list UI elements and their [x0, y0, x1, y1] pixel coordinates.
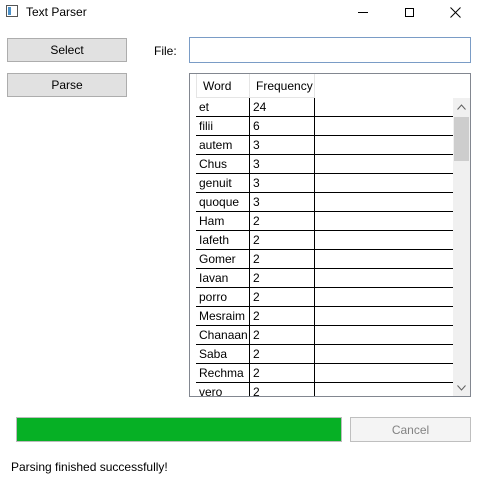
cell-filler	[315, 193, 454, 212]
cell-frequency: 6	[250, 117, 315, 136]
cell-filler	[315, 231, 454, 250]
cell-filler	[315, 117, 454, 136]
cell-word: genuit	[196, 174, 250, 193]
cell-filler	[315, 345, 454, 364]
column-header-frequency[interactable]: Frequency	[250, 74, 315, 98]
select-button[interactable]: Select	[7, 38, 127, 62]
title-bar: Text Parser	[0, 0, 478, 24]
file-label: File:	[154, 44, 177, 58]
cell-frequency: 2	[250, 269, 315, 288]
cell-filler	[315, 383, 454, 396]
progress-bar	[16, 417, 342, 442]
cell-filler	[315, 250, 454, 269]
cell-word: Rechma	[196, 364, 250, 383]
cell-filler	[315, 364, 454, 383]
close-icon	[449, 6, 461, 18]
maximize-icon	[404, 7, 414, 17]
scroll-thumb[interactable]	[454, 117, 469, 161]
table-row[interactable]: quoque 3	[196, 193, 454, 212]
cell-frequency: 3	[250, 136, 315, 155]
cancel-button[interactable]: Cancel	[350, 417, 471, 442]
progress-fill	[17, 418, 341, 441]
cell-filler	[315, 307, 454, 326]
cell-frequency: 2	[250, 364, 315, 383]
minimize-icon	[358, 11, 368, 13]
table-row[interactable]: Chus 3	[196, 155, 454, 174]
cell-filler	[315, 326, 454, 345]
file-path-input[interactable]	[189, 37, 471, 63]
cell-filler	[315, 288, 454, 307]
grid-header: Word Frequency	[190, 74, 470, 98]
table-row[interactable]: Chanaan 2	[196, 326, 454, 345]
status-message: Parsing finished successfully!	[11, 460, 168, 474]
cell-filler	[315, 155, 454, 174]
cell-word: vero	[196, 383, 250, 396]
cell-frequency: 2	[250, 383, 315, 396]
table-row[interactable]: genuit 3	[196, 174, 454, 193]
cell-word: Chus	[196, 155, 250, 174]
cell-frequency: 2	[250, 307, 315, 326]
table-row[interactable]: Iavan 2	[196, 269, 454, 288]
cell-word: Chanaan	[196, 326, 250, 345]
table-row[interactable]: autem 3	[196, 136, 454, 155]
cell-frequency: 24	[250, 98, 315, 117]
cell-filler	[315, 136, 454, 155]
table-row[interactable]: Saba 2	[196, 345, 454, 364]
grid-body: et 24 filii 6 autem 3 Chus 3 genuit 3 quoque 3 Ham 2 I…	[190, 98, 454, 396]
table-row[interactable]: Mesraim 2	[196, 307, 454, 326]
cell-word: quoque	[196, 193, 250, 212]
cell-word: Ham	[196, 212, 250, 231]
cell-frequency: 3	[250, 193, 315, 212]
table-row[interactable]: vero 2	[196, 383, 454, 396]
cell-filler	[315, 212, 454, 231]
maximize-button[interactable]	[386, 0, 432, 24]
cell-frequency: 2	[250, 345, 315, 364]
parse-button[interactable]: Parse	[7, 73, 127, 97]
vertical-scrollbar[interactable]	[453, 98, 470, 396]
table-row[interactable]: et 24	[196, 98, 454, 117]
table-row[interactable]: filii 6	[196, 117, 454, 136]
minimize-button[interactable]	[340, 0, 386, 24]
scroll-up-button[interactable]	[453, 98, 470, 115]
cell-filler	[315, 174, 454, 193]
app-icon	[6, 5, 18, 17]
cell-word: autem	[196, 136, 250, 155]
cell-frequency: 2	[250, 326, 315, 345]
chevron-up-icon	[457, 103, 466, 110]
cell-word: et	[196, 98, 250, 117]
cell-frequency: 3	[250, 155, 315, 174]
table-row[interactable]: porro 2	[196, 288, 454, 307]
table-row[interactable]: Iafeth 2	[196, 231, 454, 250]
cell-word: Mesraim	[196, 307, 250, 326]
cell-filler	[315, 269, 454, 288]
cell-frequency: 2	[250, 231, 315, 250]
cell-frequency: 2	[250, 250, 315, 269]
table-row[interactable]: Rechma 2	[196, 364, 454, 383]
cell-frequency: 2	[250, 212, 315, 231]
close-button[interactable]	[432, 0, 478, 24]
table-row[interactable]: Ham 2	[196, 212, 454, 231]
window-title: Text Parser	[26, 5, 87, 19]
scroll-down-button[interactable]	[453, 379, 470, 396]
cell-word: Saba	[196, 345, 250, 364]
cell-filler	[315, 98, 454, 117]
cell-word: filii	[196, 117, 250, 136]
cell-word: Iafeth	[196, 231, 250, 250]
word-frequency-grid[interactable]: Word Frequency et 24 filii 6 autem 3 Chus 3 genu…	[189, 73, 471, 397]
cell-word: porro	[196, 288, 250, 307]
cell-frequency: 3	[250, 174, 315, 193]
cell-frequency: 2	[250, 288, 315, 307]
table-row[interactable]: Gomer 2	[196, 250, 454, 269]
cell-word: Iavan	[196, 269, 250, 288]
cell-word: Gomer	[196, 250, 250, 269]
chevron-down-icon	[457, 384, 466, 391]
column-header-word[interactable]: Word	[196, 74, 250, 98]
